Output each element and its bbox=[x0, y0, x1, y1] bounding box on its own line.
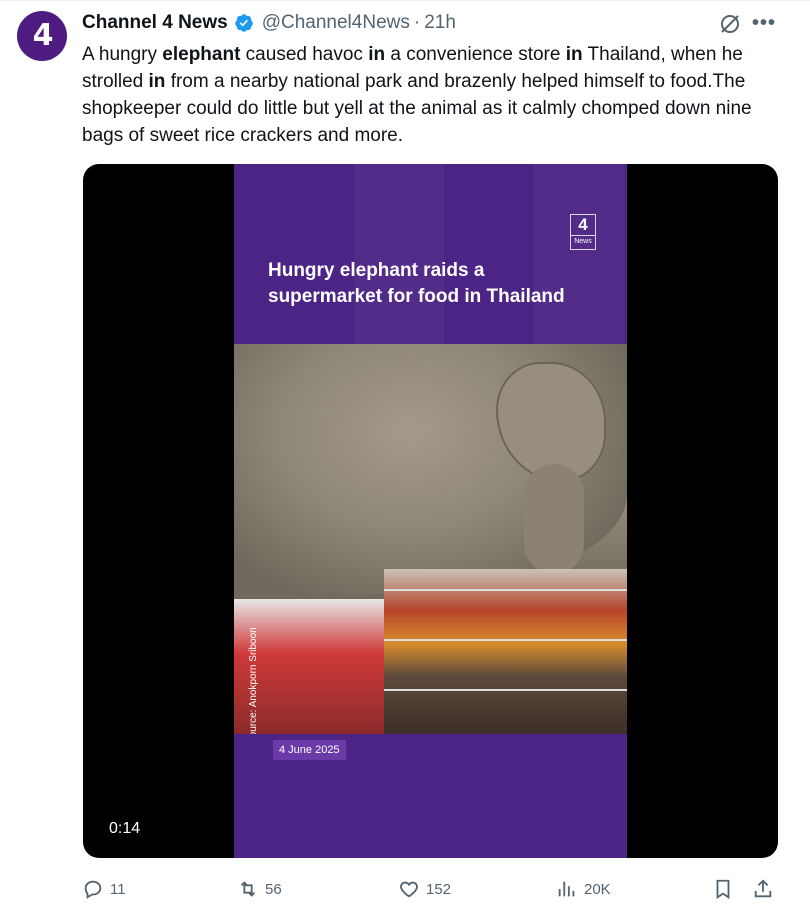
channel4-news-logo: 4 News bbox=[570, 214, 596, 250]
views-count: 20K bbox=[584, 880, 611, 898]
more-icon[interactable]: ••• bbox=[752, 12, 776, 36]
tweet-text-segment: from a nearby national park and brazenly… bbox=[82, 71, 752, 146]
repost-button[interactable]: 56 bbox=[237, 875, 282, 903]
tweet-text-segment: a convenience store bbox=[385, 44, 566, 65]
bookmark-icon bbox=[716, 879, 730, 899]
tweet-text-segment: in bbox=[565, 44, 583, 65]
tweet-text-segment: caused havoc bbox=[240, 44, 369, 65]
tweet-time[interactable]: 21h bbox=[424, 12, 456, 34]
video-duration: 0:14 bbox=[109, 820, 141, 837]
channel4-logo: 4 bbox=[32, 18, 54, 53]
repost-count: 56 bbox=[265, 880, 282, 898]
tweet-text: A hungry elephant caused havoc in a conv… bbox=[82, 41, 782, 149]
display-name[interactable]: Channel 4 News bbox=[82, 12, 228, 34]
grok-icon[interactable] bbox=[718, 12, 742, 36]
reply-count: 11 bbox=[110, 880, 126, 898]
like-button[interactable]: 152 bbox=[398, 875, 451, 903]
tweet-header: Channel 4 News @Channel4News · 21h bbox=[82, 11, 456, 35]
video-title: Hungry elephant raids a supermarket for … bbox=[268, 260, 565, 307]
tweet-text-segment: elephant bbox=[162, 44, 241, 65]
share-icon bbox=[754, 879, 772, 898]
video-still-image: Source: Anokporn Sriboon bbox=[234, 344, 627, 734]
author-handle[interactable]: @Channel4News bbox=[262, 12, 410, 34]
tweet-text-segment: in bbox=[148, 71, 166, 92]
tweet[interactable]: 4 Channel 4 News @Channel4News · 21h •••… bbox=[0, 0, 810, 921]
tweet-actions: 11 56 152 20K bbox=[82, 875, 782, 903]
like-count: 152 bbox=[426, 880, 452, 898]
date-badge: 4 June 2025 bbox=[273, 740, 346, 760]
bookmark-button[interactable] bbox=[712, 875, 734, 903]
avatar[interactable]: 4 bbox=[17, 11, 67, 61]
views-button[interactable]: 20K bbox=[556, 875, 611, 903]
reply-button[interactable]: 11 bbox=[82, 875, 126, 903]
video-player[interactable]: 4 News Hungry elephant raids a supermark… bbox=[83, 164, 778, 858]
video-frame[interactable]: 4 News Hungry elephant raids a supermark… bbox=[234, 164, 627, 858]
reply-icon bbox=[84, 880, 102, 899]
source-credit: Source: Anokporn Sriboon bbox=[248, 627, 259, 734]
verified-badge-icon[interactable] bbox=[234, 13, 254, 33]
tweet-text-segment: A hungry bbox=[82, 44, 163, 65]
heart-icon bbox=[400, 881, 418, 898]
views-chart-icon bbox=[558, 881, 575, 897]
tweet-text-segment: in bbox=[368, 44, 386, 65]
separator-dot: · bbox=[413, 12, 421, 33]
share-button[interactable] bbox=[752, 875, 774, 903]
repost-icon bbox=[240, 881, 256, 897]
